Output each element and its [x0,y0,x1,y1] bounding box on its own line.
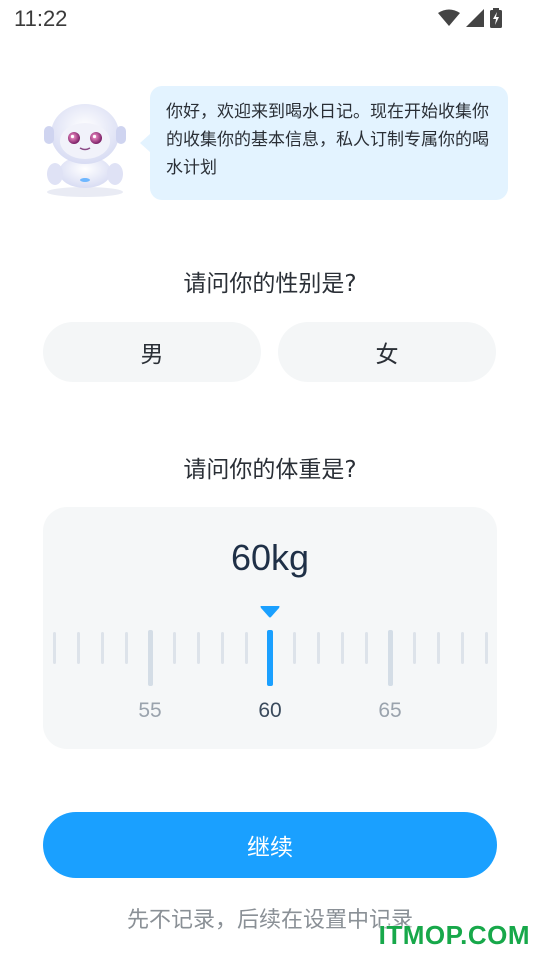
cellular-signal-icon [466,9,484,31]
ruler-tick-major [387,630,393,686]
greeting-section: 你好，欢迎来到喝水日记。现在开始收集你的收集你的基本信息，私人订制专属你的喝水计… [30,86,510,200]
ruler-tick-minor [124,632,128,664]
ruler-tick-minor [460,632,464,664]
greeting-bubble: 你好，欢迎来到喝水日记。现在开始收集你的收集你的基本信息，私人订制专属你的喝水计… [140,86,508,200]
robot-avatar [30,86,140,200]
ruler-label: 60 [258,699,282,722]
ruler-label: 55 [138,699,162,722]
status-bar: 11:22 [0,0,540,36]
status-time: 11:22 [14,6,68,31]
wifi-icon [438,9,460,31]
ruler-tick-minor [100,632,104,664]
ruler-tick-minor [196,632,200,664]
ruler-tick-minor [52,632,56,664]
gender-question-label: 请问你的性别是? [183,271,357,297]
ruler-tick-minor [484,632,488,664]
weight-question-label: 请问你的体重是? [183,457,357,483]
weight-value-display: 60kg [230,537,310,578]
ruler-tick-minor [436,632,440,664]
site-watermark: ITMOP.COM [378,920,530,950]
ruler-label: 65 [378,699,402,722]
weight-ruler-slider[interactable]: 55 60 65 [43,627,497,722]
ruler-pointer-icon [259,604,281,623]
status-icons [438,8,502,32]
ruler-tick-minor [340,632,344,664]
ruler-tick-minor [244,632,248,664]
ruler-tick-selected [267,630,273,686]
ruler-tick-minor [220,632,224,664]
weight-picker-card: 60kg 55 60 65 [43,507,497,749]
ruler-tick-major [147,630,153,686]
ruler-tick-minor [316,632,320,664]
ruler-tick-minor [292,632,296,664]
continue-button[interactable]: 继续 [43,812,497,878]
battery-charging-icon [490,8,502,32]
gender-option-male[interactable]: 男 [43,322,261,382]
ruler-tick-minor [172,632,176,664]
ruler-tick-minor [76,632,80,664]
gender-option-female[interactable]: 女 [278,322,496,382]
ruler-tick-minor [412,632,416,664]
ruler-tick-minor [364,632,368,664]
